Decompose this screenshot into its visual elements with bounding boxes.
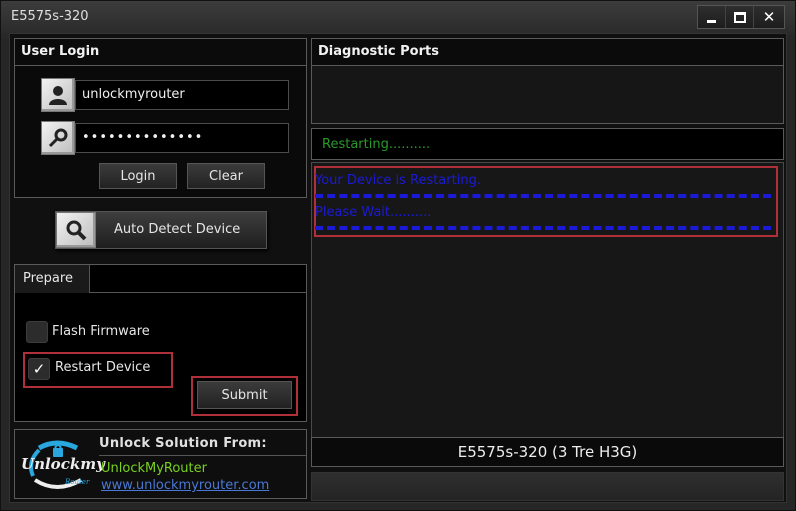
- restart-device-checkbox[interactable]: ✓: [28, 358, 50, 380]
- logo-text: Unlockmy: [21, 455, 105, 473]
- log-line: Please Wait..........: [315, 205, 432, 220]
- close-icon: ✕: [762, 8, 776, 26]
- minimize-icon: [707, 19, 716, 23]
- prepare-panel: Prepare Flash Firmware ✓ Restart Device …: [14, 264, 307, 422]
- status-text: Restarting..........: [311, 128, 784, 160]
- log-output[interactable]: Your Device is Restarting. Please Wait..…: [311, 162, 784, 438]
- maximize-icon: [733, 11, 746, 23]
- auto-detect-device-button[interactable]: Auto Detect Device: [55, 211, 267, 249]
- diagnostic-ports-panel: Diagnostic Ports: [311, 38, 784, 124]
- user-icon: [41, 78, 75, 112]
- clear-button[interactable]: Clear: [187, 163, 265, 189]
- key-icon: [41, 121, 75, 155]
- diagnostic-ports-header: Diagnostic Ports: [312, 39, 783, 66]
- brand-name: UnlockMyRouter: [101, 461, 207, 476]
- main-area: User Login unlockmyrouter ••••••••••••••…: [9, 33, 787, 503]
- unlockmyrouter-logo: Unlockmy Router: [19, 436, 105, 494]
- auto-detect-label: Auto Detect Device: [114, 222, 241, 237]
- brand-title: Unlock Solution From:: [99, 436, 267, 451]
- progress-bar: [311, 472, 784, 501]
- close-button[interactable]: ✕: [754, 6, 784, 28]
- submit-button[interactable]: Submit: [197, 381, 292, 409]
- login-button[interactable]: Login: [99, 163, 177, 189]
- tab-strip: Prepare: [15, 265, 306, 293]
- log-separator: [315, 194, 771, 198]
- password-input[interactable]: ••••••••••••••: [75, 123, 289, 153]
- branding-panel: Unlockmy Router Unlock Solution From: Un…: [14, 429, 307, 499]
- brand-url-link[interactable]: www.unlockmyrouter.com: [101, 478, 269, 493]
- device-model-label: E5575s-320 (3 Tre H3G): [311, 437, 784, 467]
- restart-device-label: Restart Device: [55, 360, 151, 375]
- brand-divider: [99, 455, 306, 456]
- minimize-button[interactable]: [698, 6, 726, 28]
- flash-firmware-checkbox[interactable]: [26, 321, 48, 343]
- flash-firmware-label: Flash Firmware: [52, 324, 150, 339]
- log-separator: [315, 226, 771, 230]
- log-line: Your Device is Restarting.: [315, 173, 481, 188]
- window-title: E5575s-320: [11, 9, 89, 24]
- maximize-button[interactable]: [726, 6, 754, 28]
- checkmark-icon: ✓: [32, 360, 46, 378]
- tab-prepare[interactable]: Prepare: [15, 265, 90, 293]
- title-bar[interactable]: E5575s-320 ✕: [1, 1, 795, 33]
- app-window: E5575s-320 ✕ User Login unlockmyrouter •: [0, 0, 796, 511]
- logo-subtext: Router: [65, 478, 90, 486]
- window-controls: ✕: [697, 5, 785, 29]
- user-login-panel: User Login unlockmyrouter ••••••••••••••…: [14, 38, 307, 198]
- search-icon: [56, 212, 96, 248]
- user-login-header: User Login: [15, 39, 306, 66]
- username-input[interactable]: unlockmyrouter: [75, 80, 289, 110]
